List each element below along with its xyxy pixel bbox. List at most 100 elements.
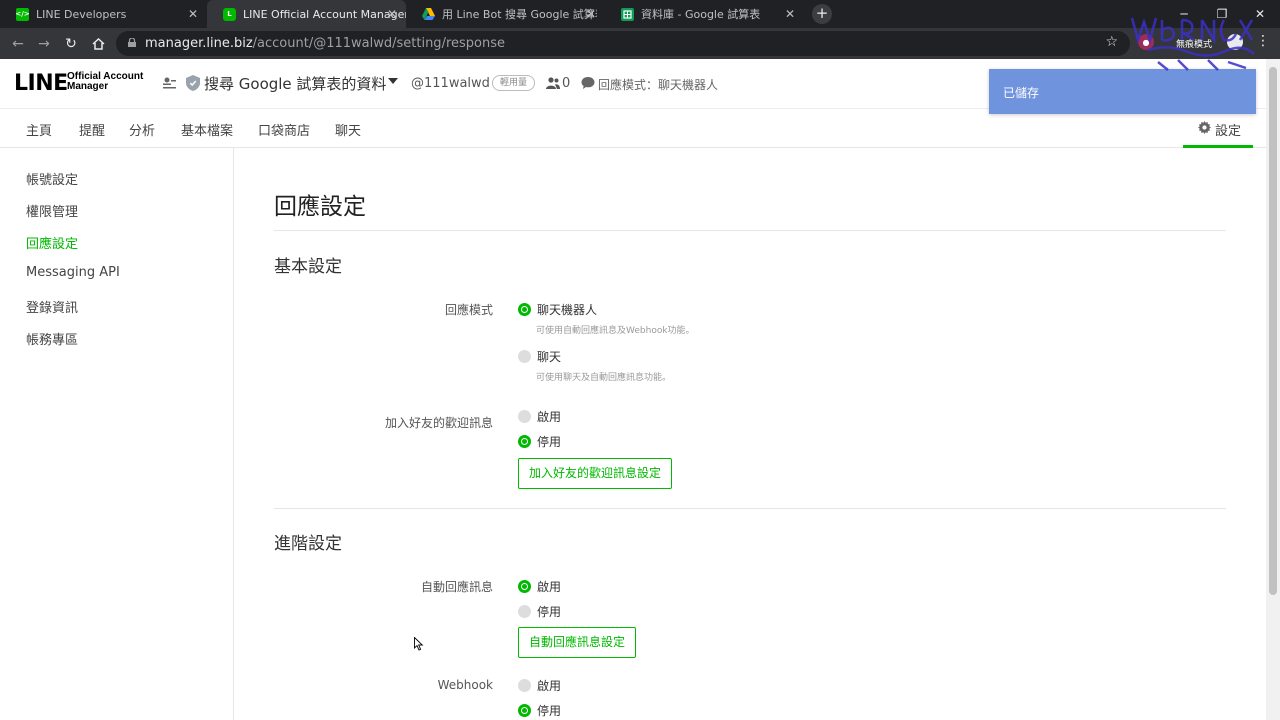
chatbot-hint: 可使用自動回應訊息及Webhook功能。 [536, 326, 695, 336]
radio-selected-icon [518, 303, 531, 316]
menu-home[interactable]: 主頁 [26, 120, 52, 139]
close-tab-icon[interactable]: ✕ [785, 7, 795, 21]
gear-icon [1198, 121, 1211, 134]
radio-auto-reply-disable[interactable]: 停用 [518, 603, 561, 620]
tab-title: LINE Developers [36, 7, 127, 21]
sidebar-item-response-settings[interactable]: 回應設定 [26, 233, 78, 252]
plan-badge: 輕用量 [492, 75, 535, 91]
tab-line-bot-search[interactable]: 用 Line Bot 搜尋 Google 試算表 ✕ [406, 0, 605, 28]
divider [274, 230, 1226, 231]
saved-toast: 已儲存 [989, 69, 1256, 114]
radio-label: 啟用 [537, 580, 562, 594]
scrollbar-thumb[interactable] [1269, 67, 1277, 595]
radio-webhook-disable[interactable]: 停用 [518, 702, 561, 719]
main-content: 回應設定 基本設定 回應模式 聊天機器人 可使用自動回應訊息及Webhook功能… [234, 148, 1266, 720]
settings-label: 設定 [1215, 124, 1242, 139]
greeting-label: 加入好友的歡迎訊息 [384, 416, 493, 430]
radio-selected-icon [518, 580, 531, 593]
url-text: manager.line.biz/account/@111walwd/setti… [145, 36, 505, 51]
page-scrollbar[interactable] [1266, 59, 1280, 720]
divider [274, 508, 1226, 509]
line-developers-favicon: </> [15, 7, 30, 21]
menu-pocket-shop[interactable]: 口袋商店 [258, 120, 310, 139]
forward-icon[interactable]: → [33, 33, 55, 55]
watermark-logo [1130, 17, 1255, 71]
menu-analytics[interactable]: 分析 [129, 120, 155, 139]
menu-chat[interactable]: 聊天 [335, 120, 361, 139]
url-host: manager.line.biz [145, 36, 253, 51]
radio-label: 停用 [537, 704, 562, 718]
line-logo[interactable]: LINE [14, 71, 68, 96]
google-sheets-favicon [621, 7, 634, 21]
mouse-cursor-icon [414, 637, 424, 651]
chevron-down-icon[interactable] [388, 78, 398, 84]
new-tab-button[interactable]: + [812, 4, 832, 24]
advanced-settings-heading: 進階設定 [274, 534, 342, 554]
radio-chatbot[interactable]: 聊天機器人 [518, 301, 597, 318]
account-switch-icon[interactable] [162, 76, 177, 90]
radio-unselected-icon [518, 410, 531, 423]
sidebar-item-permissions[interactable]: 權限管理 [26, 201, 78, 220]
google-drive-favicon [422, 8, 435, 21]
radio-label: 停用 [537, 605, 562, 619]
radio-webhook-enable[interactable]: 啟用 [518, 677, 561, 694]
sidebar-item-messaging-api[interactable]: Messaging API [26, 265, 120, 280]
tab-line-developers[interactable]: </> LINE Developers ✕ [0, 0, 207, 28]
home-icon[interactable] [87, 33, 109, 55]
webhook-label: Webhook [437, 678, 493, 692]
response-mode-status: 回應模式：聊天機器人 [598, 78, 719, 92]
logo-subtitle-line2: Manager [67, 81, 109, 92]
chat-hint: 可使用聊天及自動回應訊息功能。 [536, 373, 672, 383]
chrome-menu-icon[interactable]: ⋮ [1256, 33, 1270, 49]
response-mode-label: 回應模式 [444, 303, 493, 317]
line-favicon: L [223, 7, 236, 21]
radio-greeting-disable[interactable]: 停用 [518, 433, 561, 450]
close-tab-icon[interactable]: ✕ [586, 7, 596, 21]
radio-unselected-icon [518, 605, 531, 618]
account-id: @111walwd [411, 76, 490, 91]
browser-toolbar: ← → ↻ manager.line.biz/account/@111walwd… [0, 28, 1280, 59]
greeting-settings-button[interactable]: 加入好友的歡迎訊息設定 [518, 458, 673, 489]
close-tab-icon[interactable]: ✕ [188, 7, 198, 21]
back-icon[interactable]: ← [7, 33, 29, 55]
sidebar-item-billing[interactable]: 帳務專區 [26, 329, 78, 348]
radio-label: 啟用 [537, 679, 562, 693]
auto-reply-label: 自動回應訊息 [420, 580, 493, 594]
menu-notifications[interactable]: 提醒 [79, 120, 105, 139]
tab-google-sheets[interactable]: 資料庫 - Google 試算表 ✕ [605, 0, 804, 28]
menu-settings[interactable]: 設定 [1183, 109, 1253, 148]
auto-reply-settings-button[interactable]: 自動回應訊息設定 [518, 627, 637, 658]
tab-title: LINE Official Account Manager [243, 7, 406, 21]
close-tab-icon[interactable]: ✕ [387, 7, 397, 21]
tab-title: 用 Line Bot 搜尋 Google 試算表 [442, 8, 597, 21]
shield-icon [186, 75, 200, 91]
radio-label: 聊天機器人 [537, 303, 598, 317]
radio-label: 停用 [537, 435, 562, 449]
settings-sidebar: 帳號設定 權限管理 回應設定 Messaging API 登錄資訊 帳務專區 [0, 148, 234, 720]
chat-bubble-icon [581, 77, 595, 89]
main-menu: 主頁 提醒 分析 基本檔案 口袋商店 聊天 設定 [0, 109, 1266, 148]
menu-profile[interactable]: 基本檔案 [181, 120, 233, 139]
radio-greeting-enable[interactable]: 啟用 [518, 408, 561, 425]
radio-selected-icon [518, 704, 531, 717]
radio-selected-icon [518, 435, 531, 448]
url-path: /account/@111walwd/setting/response [252, 36, 505, 51]
reload-icon[interactable]: ↻ [60, 33, 82, 55]
browser-tabstrip: </> LINE Developers ✕ L LINE Official Ac… [0, 0, 1280, 28]
account-name[interactable]: 搜尋 Google 試算表的資料 [204, 73, 386, 94]
radio-unselected-icon [518, 679, 531, 692]
radio-auto-reply-enable[interactable]: 啟用 [518, 578, 561, 595]
tab-line-oa-manager[interactable]: L LINE Official Account Manager ✕ [207, 0, 406, 28]
radio-unselected-icon [518, 350, 531, 363]
lock-icon [128, 38, 136, 47]
sidebar-item-registration-info[interactable]: 登錄資訊 [26, 297, 78, 316]
radio-chat[interactable]: 聊天 [518, 348, 561, 365]
basic-settings-heading: 基本設定 [274, 257, 342, 277]
friends-icon [546, 77, 560, 89]
bookmark-star-icon[interactable]: ☆ [1105, 34, 1118, 50]
friend-count: 0 [562, 76, 571, 91]
logo-subtitle: Official Account Manager [67, 72, 143, 92]
tab-title: 資料庫 - Google 試算表 [641, 8, 761, 21]
sidebar-item-account-settings[interactable]: 帳號設定 [26, 169, 78, 188]
address-bar[interactable]: manager.line.biz/account/@111walwd/setti… [116, 31, 1130, 56]
